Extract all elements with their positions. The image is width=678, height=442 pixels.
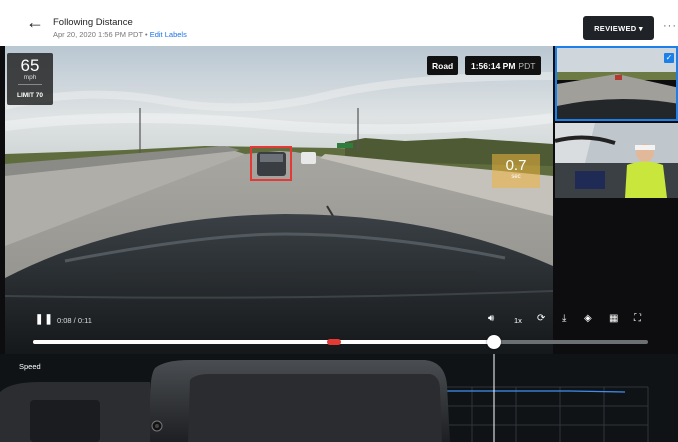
road-thumbnail-image [557, 48, 676, 119]
replay-icon[interactable]: ⟳ [537, 313, 545, 324]
timestamp-value: 1:56:14 PM [471, 60, 516, 71]
following-gap-unit: sec [511, 174, 521, 180]
page-header: ← Following Distance Apr 20, 2020 1:56 P… [0, 0, 678, 46]
playback-progress-bar[interactable] [33, 335, 648, 349]
speed-series-line [440, 390, 626, 393]
playback-time: 0:08 / 0:11 [57, 316, 92, 325]
speed-overlay: 65 mph LIMIT 70 [7, 53, 53, 105]
page-title: Following Distance [53, 17, 133, 28]
edit-labels-link[interactable]: Edit Labels [150, 30, 187, 39]
speed-limit: LIMIT 70 [16, 92, 43, 99]
progress-fill [33, 340, 495, 344]
road-scene-image [5, 46, 553, 354]
pause-icon[interactable]: ❚❚ [35, 314, 54, 325]
reviewed-dropdown-button[interactable]: REVIEWED ▾ [583, 16, 654, 40]
timestamp-timezone: PDT [518, 60, 536, 71]
download-icon[interactable]: ⤓ [562, 313, 566, 324]
road-camera-video[interactable] [5, 46, 553, 354]
layers-icon[interactable]: ◈ [584, 313, 592, 324]
event-date: Apr 20, 2020 1:56 PM PDT • [53, 30, 148, 39]
video-player: 65 mph LIMIT 70 Road 1:56:14 PM PDT 0.7 … [0, 46, 678, 354]
fullscreen-icon[interactable]: ⛶ [634, 313, 641, 324]
road-camera-thumbnail[interactable]: ✓ [555, 46, 678, 121]
following-gap-value: 0.7 [505, 157, 527, 174]
check-icon: ✓ [664, 53, 674, 63]
video-timestamp: 1:56:14 PM PDT [465, 56, 542, 75]
driver-camera-thumbnail[interactable] [555, 123, 678, 198]
grid-view-icon[interactable]: ▦ [609, 313, 618, 324]
event-timestamp: Apr 20, 2020 1:56 PM PDT • Edit Labels [53, 30, 187, 39]
playback-rate-button[interactable]: 1x [514, 316, 522, 325]
driver-thumbnail-image [555, 123, 678, 198]
more-options-icon[interactable]: ··· [663, 20, 677, 32]
speed-unit: mph [23, 74, 37, 81]
event-marker[interactable] [327, 339, 342, 345]
volume-icon[interactable]: 🔊︎ [488, 313, 494, 324]
camera-source-badge: Road [427, 56, 459, 75]
following-distance-overlay: 0.7 sec [492, 154, 540, 188]
dashcam-device-image [0, 360, 450, 442]
arrow-left-icon[interactable]: ← [26, 13, 44, 31]
current-speed: 65 [20, 56, 40, 75]
